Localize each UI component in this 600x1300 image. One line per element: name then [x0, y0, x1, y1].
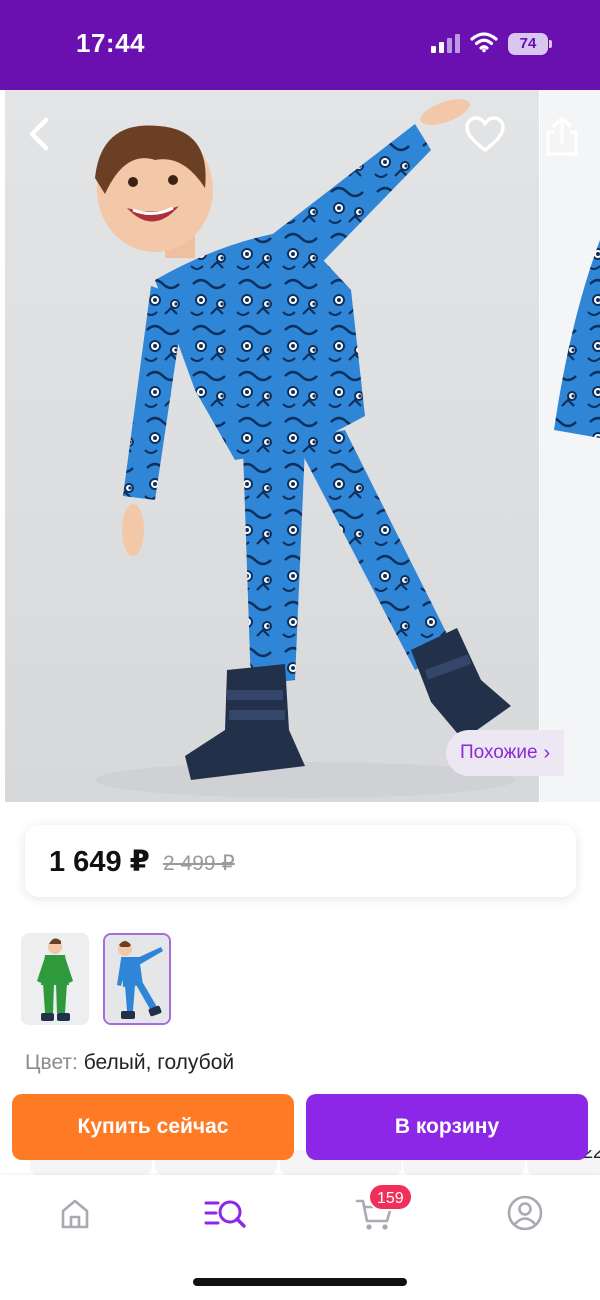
add-to-cart-button[interactable]: В корзину — [306, 1094, 588, 1160]
next-photo-illustration — [554, 240, 600, 438]
battery-cap — [549, 40, 552, 48]
color-value: белый, голубой — [83, 1051, 235, 1074]
home-icon[interactable] — [45, 1193, 105, 1233]
price-card: 1 649 ₽ 2 499 ₽ — [25, 825, 576, 897]
heart-icon[interactable] — [464, 116, 506, 154]
chevron-right-icon: › — [543, 741, 551, 764]
cellular-signal-icon — [431, 34, 460, 53]
current-price: 1 649 ₽ — [49, 846, 150, 878]
status-bar: 17:44 74 — [0, 0, 600, 90]
back-icon[interactable] — [20, 110, 60, 158]
catalog-search-icon[interactable] — [196, 1193, 256, 1233]
product-gallery[interactable]: Похожие › — [0, 90, 600, 802]
similar-products-button[interactable]: Похожие › — [446, 730, 565, 776]
boy-in-pajamas-illustration — [95, 99, 515, 798]
green-pajama-thumbnail — [21, 933, 89, 1025]
product-photo[interactable] — [5, 90, 539, 802]
similar-products-label: Похожие — [460, 742, 538, 763]
blue-pajama-thumbnail — [105, 935, 169, 1023]
buy-now-button[interactable]: Купить сейчас — [12, 1094, 294, 1160]
battery-indicator: 74 — [508, 33, 548, 55]
status-time: 17:44 — [76, 28, 145, 58]
old-price: 2 499 ₽ — [163, 852, 235, 875]
next-product-photo[interactable] — [540, 90, 600, 802]
home-indicator — [193, 1278, 407, 1286]
product-page: 17:44 74 Похожие › 1 649 ₽ 2 499 ₽ Цвет:… — [0, 0, 600, 1300]
thumbnail-blue-variant-selected[interactable] — [103, 933, 171, 1025]
thumbnail-green-variant[interactable] — [21, 933, 89, 1025]
cart-count-badge: 159 — [368, 1183, 413, 1211]
battery-level: 74 — [519, 35, 537, 52]
color-label: Цвет: — [25, 1051, 78, 1074]
color-info: Цвет: белый, голубой — [25, 1051, 234, 1075]
profile-icon[interactable] — [495, 1193, 555, 1233]
share-icon[interactable] — [542, 114, 582, 158]
wifi-icon — [470, 32, 498, 53]
